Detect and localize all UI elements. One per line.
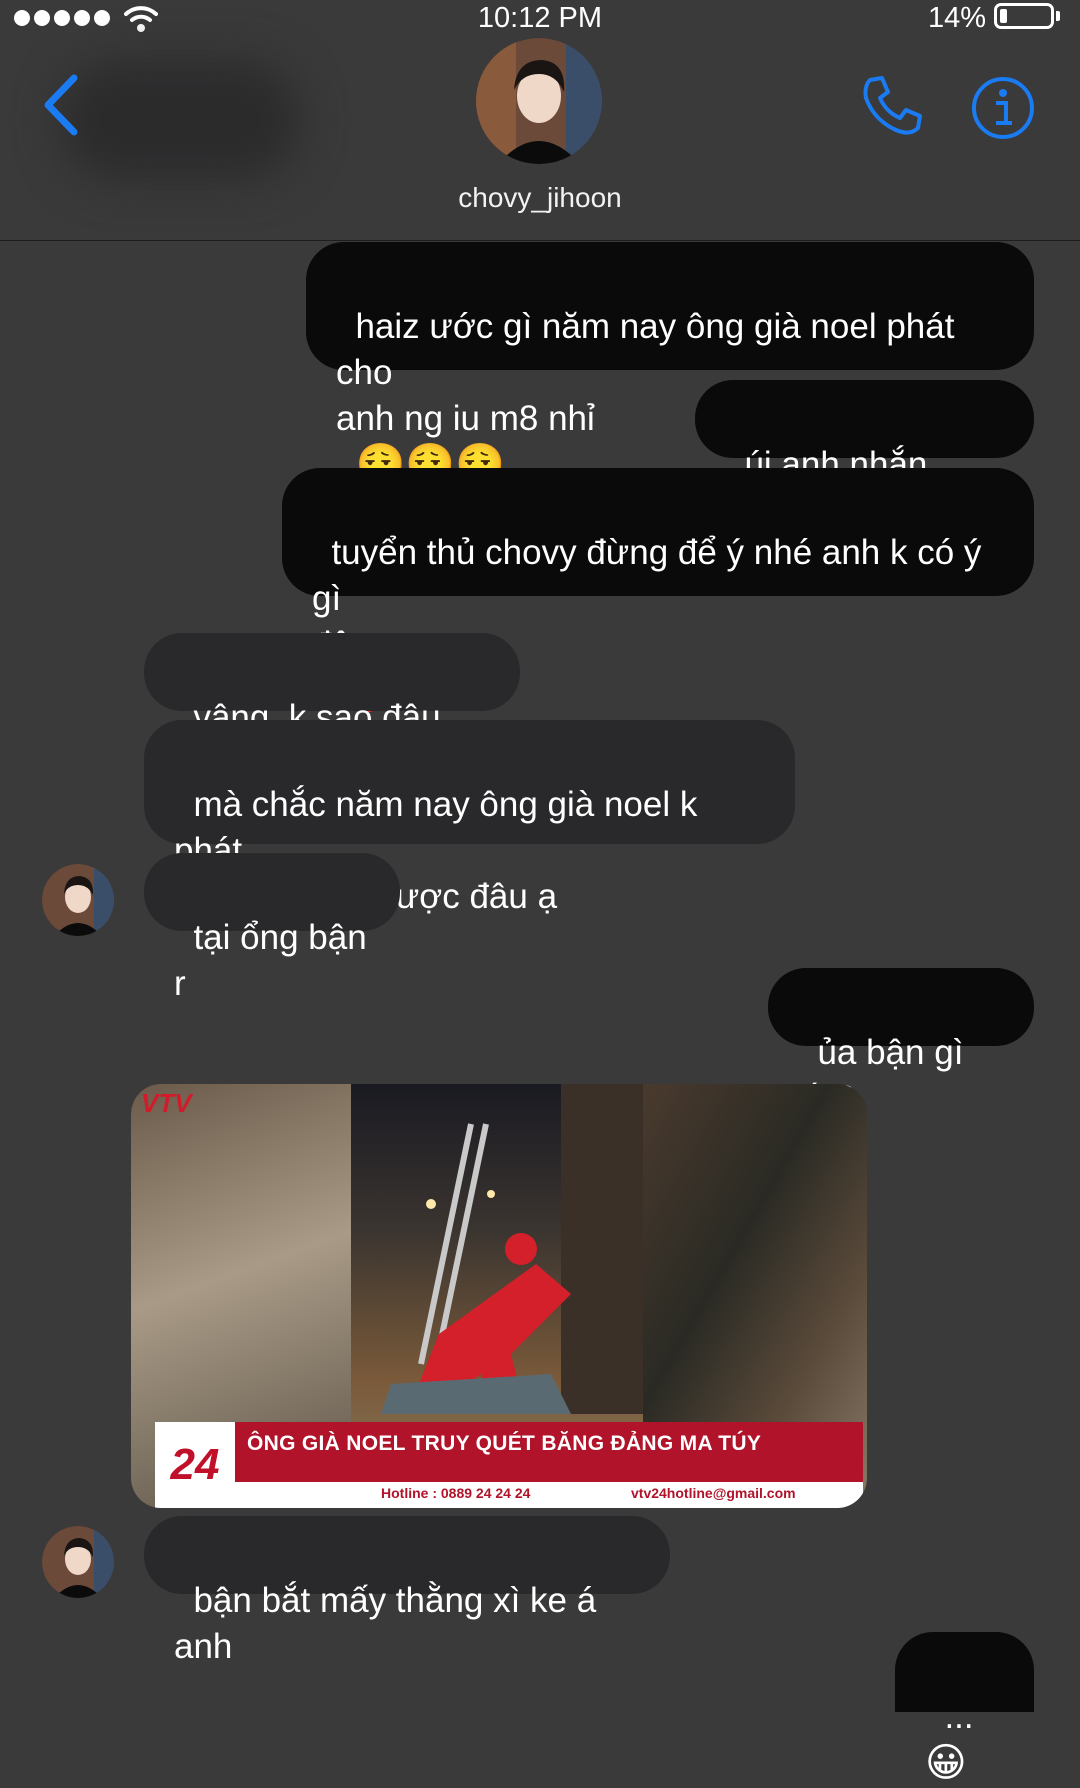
chat-header: chovy_jihoon: [0, 0, 1080, 241]
message-bubble-sent[interactable]: haiz ước gì năm nay ông già noel phát ch…: [306, 242, 1034, 487]
message-bubble-sent[interactable]: úi anh nhắn nhầm: [695, 380, 1034, 530]
message-text: bận bắt mấy thằng xì ke á anh: [174, 1581, 606, 1666]
contact-name[interactable]: chovy_jihoon: [0, 182, 1080, 214]
message-text: tại ổng bận r: [174, 918, 377, 1003]
sender-avatar[interactable]: [42, 1526, 114, 1598]
message-bubble-received[interactable]: vâng, k sao đâu anh: [144, 633, 520, 783]
message-emoji: 😀: [925, 1741, 967, 1785]
blurred-region: [60, 60, 300, 180]
message-bubble-sent[interactable]: tuyển thủ chovy đừng để ý nhé anh k có ý…: [282, 468, 1034, 713]
message-text: ...: [944, 1697, 974, 1736]
message-bubble-received[interactable]: tại ổng bận r: [144, 853, 400, 1003]
message-bubble-sent[interactable]: ủa bận gì ấy?: [768, 968, 1034, 1118]
news-headline: ÔNG GIÀ NOEL TRUY QUÉT BĂNG ĐẢNG MA TÚY: [247, 1432, 762, 1455]
back-chevron-icon[interactable]: [36, 70, 86, 140]
info-icon[interactable]: [970, 75, 1036, 141]
video-attachment[interactable]: VTV 24 ÔNG GIÀ NOEL TRUY QUÉT BĂNG ĐẢNG …: [131, 1084, 867, 1508]
message-bubble-received[interactable]: mà chắc năm nay ông già noel k phát quà …: [144, 720, 795, 916]
sender-avatar[interactable]: [42, 864, 114, 936]
message-bubble-received[interactable]: bận bắt mấy thằng xì ke á anh: [144, 1516, 670, 1666]
channel-number: 24: [155, 1422, 235, 1508]
channel-logo: VTV: [141, 1088, 192, 1118]
message-bubble-sent[interactable]: ... 😀: [895, 1632, 1034, 1785]
contact-avatar[interactable]: [476, 38, 602, 164]
hotline-text: Hotline : 0889 24 24 24: [381, 1485, 531, 1501]
phone-icon[interactable]: [860, 74, 924, 138]
email-text: vtv24hotline@gmail.com: [631, 1485, 796, 1501]
